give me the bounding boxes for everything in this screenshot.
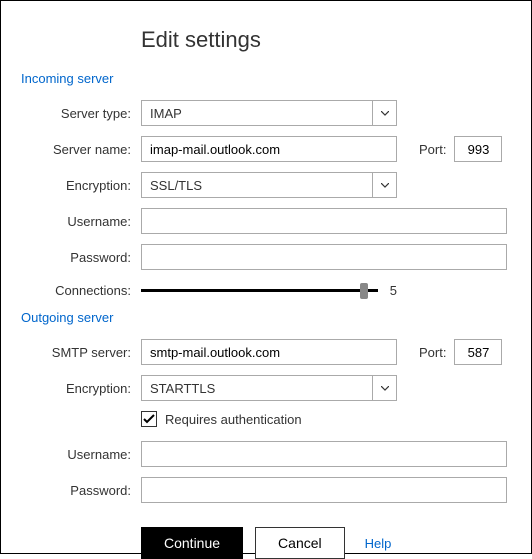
chevron-down-icon[interactable] — [372, 376, 396, 400]
outgoing-encryption-value: STARTTLS — [142, 381, 372, 396]
incoming-username-input[interactable] — [141, 208, 507, 234]
connections-label: Connections: — [21, 283, 141, 298]
edit-settings-dialog: Edit settings Incoming server Server typ… — [0, 0, 532, 554]
server-type-select[interactable]: IMAP — [141, 100, 397, 126]
slider-track — [141, 289, 378, 292]
outgoing-password-label: Password: — [21, 483, 141, 498]
incoming-encryption-value: SSL/TLS — [142, 178, 372, 193]
incoming-password-label: Password: — [21, 250, 141, 265]
connections-value: 5 — [390, 283, 397, 298]
chevron-down-icon[interactable] — [372, 101, 396, 125]
check-icon — [143, 414, 155, 424]
incoming-encryption-select[interactable]: SSL/TLS — [141, 172, 397, 198]
server-type-value: IMAP — [142, 106, 372, 121]
slider-thumb[interactable] — [360, 283, 368, 299]
requires-auth-label: Requires authentication — [165, 412, 302, 427]
outgoing-encryption-label: Encryption: — [21, 381, 141, 396]
smtp-server-label: SMTP server: — [21, 345, 141, 360]
server-name-input[interactable] — [141, 136, 397, 162]
server-name-label: Server name: — [21, 142, 141, 157]
chevron-down-icon[interactable] — [372, 173, 396, 197]
server-type-label: Server type: — [21, 106, 141, 121]
outgoing-port-label: Port: — [419, 345, 446, 360]
outgoing-port-input[interactable] — [454, 339, 502, 365]
incoming-encryption-label: Encryption: — [21, 178, 141, 193]
outgoing-password-input[interactable] — [141, 477, 507, 503]
incoming-username-label: Username: — [21, 214, 141, 229]
incoming-port-input[interactable] — [454, 136, 502, 162]
incoming-password-input[interactable] — [141, 244, 507, 270]
outgoing-encryption-select[interactable]: STARTTLS — [141, 375, 397, 401]
help-link[interactable]: Help — [365, 536, 392, 551]
outgoing-username-label: Username: — [21, 447, 141, 462]
connections-slider[interactable] — [141, 280, 378, 300]
cancel-button[interactable]: Cancel — [255, 527, 345, 559]
dialog-title: Edit settings — [141, 27, 511, 53]
incoming-server-header: Incoming server — [21, 71, 511, 86]
outgoing-server-header: Outgoing server — [21, 310, 511, 325]
requires-auth-checkbox[interactable] — [141, 411, 157, 427]
outgoing-username-input[interactable] — [141, 441, 507, 467]
smtp-server-input[interactable] — [141, 339, 397, 365]
continue-button[interactable]: Continue — [141, 527, 243, 559]
incoming-port-label: Port: — [419, 142, 446, 157]
